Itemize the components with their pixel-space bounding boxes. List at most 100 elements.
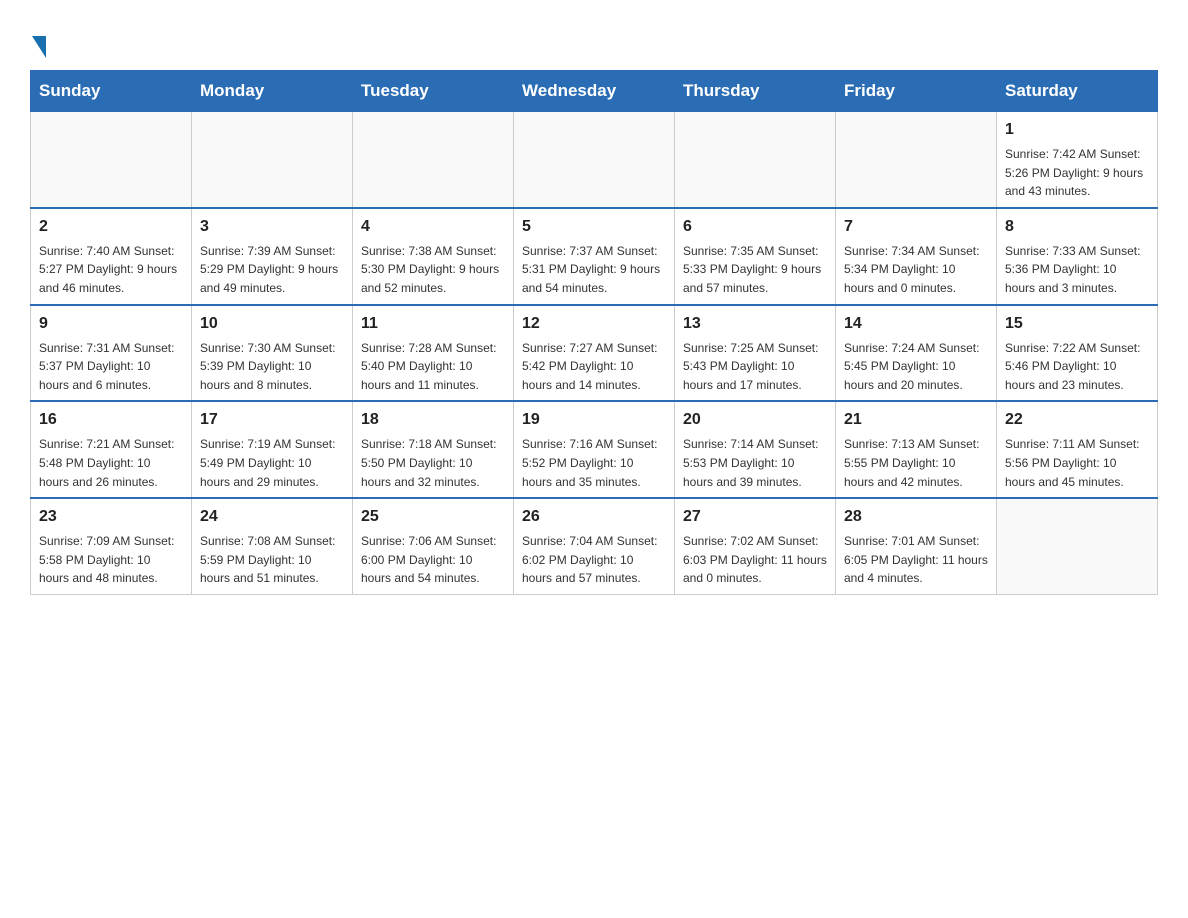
day-number: 28 <box>844 505 988 529</box>
day-number: 11 <box>361 312 505 336</box>
calendar-cell: 19 Sunrise: 7:16 AM Sunset: 5:52 PM Dayli… <box>514 401 675 498</box>
day-info: Sunrise: 7:18 AM Sunset: 5:50 PM Dayligh… <box>361 435 505 491</box>
day-number: 4 <box>361 215 505 239</box>
calendar-cell: 17 Sunrise: 7:19 AM Sunset: 5:49 PM Dayli… <box>192 401 353 498</box>
calendar-cell: 28 Sunrise: 7:01 AM Sunset: 6:05 PM Dayli… <box>836 498 997 594</box>
calendar-cell: 10 Sunrise: 7:30 AM Sunset: 5:39 PM Dayli… <box>192 305 353 402</box>
day-info: Sunrise: 7:38 AM Sunset: 5:30 PM Dayligh… <box>361 242 505 298</box>
day-info: Sunrise: 7:35 AM Sunset: 5:33 PM Dayligh… <box>683 242 827 298</box>
calendar-cell: 2 Sunrise: 7:40 AM Sunset: 5:27 PM Daylig… <box>31 208 192 305</box>
day-info: Sunrise: 7:37 AM Sunset: 5:31 PM Dayligh… <box>522 242 666 298</box>
day-info: Sunrise: 7:27 AM Sunset: 5:42 PM Dayligh… <box>522 339 666 395</box>
calendar-cell: 18 Sunrise: 7:18 AM Sunset: 5:50 PM Dayli… <box>353 401 514 498</box>
day-number: 7 <box>844 215 988 239</box>
day-info: Sunrise: 7:06 AM Sunset: 6:00 PM Dayligh… <box>361 532 505 588</box>
calendar-cell: 3 Sunrise: 7:39 AM Sunset: 5:29 PM Daylig… <box>192 208 353 305</box>
day-info: Sunrise: 7:01 AM Sunset: 6:05 PM Dayligh… <box>844 532 988 588</box>
page-header <box>30 20 1158 60</box>
day-number: 21 <box>844 408 988 432</box>
day-info: Sunrise: 7:39 AM Sunset: 5:29 PM Dayligh… <box>200 242 344 298</box>
calendar-cell: 8 Sunrise: 7:33 AM Sunset: 5:36 PM Daylig… <box>997 208 1158 305</box>
day-number: 1 <box>1005 118 1149 142</box>
day-info: Sunrise: 7:40 AM Sunset: 5:27 PM Dayligh… <box>39 242 183 298</box>
day-info: Sunrise: 7:14 AM Sunset: 5:53 PM Dayligh… <box>683 435 827 491</box>
calendar-cell: 20 Sunrise: 7:14 AM Sunset: 5:53 PM Dayli… <box>675 401 836 498</box>
calendar-cell: 23 Sunrise: 7:09 AM Sunset: 5:58 PM Dayli… <box>31 498 192 594</box>
day-number: 8 <box>1005 215 1149 239</box>
calendar-cell: 25 Sunrise: 7:06 AM Sunset: 6:00 PM Dayli… <box>353 498 514 594</box>
calendar-week-5: 23 Sunrise: 7:09 AM Sunset: 5:58 PM Dayli… <box>31 498 1158 594</box>
calendar-cell: 24Sunrise: 7:08 AM Sunset: 5:59 PM Dayli… <box>192 498 353 594</box>
weekday-header-monday: Monday <box>192 71 353 112</box>
calendar-cell: 4 Sunrise: 7:38 AM Sunset: 5:30 PM Daylig… <box>353 208 514 305</box>
weekday-header-tuesday: Tuesday <box>353 71 514 112</box>
calendar-cell <box>675 112 836 208</box>
calendar-cell <box>353 112 514 208</box>
day-number: 12 <box>522 312 666 336</box>
day-info: Sunrise: 7:25 AM Sunset: 5:43 PM Dayligh… <box>683 339 827 395</box>
day-number: 6 <box>683 215 827 239</box>
calendar-cell: 6 Sunrise: 7:35 AM Sunset: 5:33 PM Daylig… <box>675 208 836 305</box>
day-info: Sunrise: 7:34 AM Sunset: 5:34 PM Dayligh… <box>844 242 988 298</box>
weekday-header-sunday: Sunday <box>31 71 192 112</box>
calendar-cell: 5 Sunrise: 7:37 AM Sunset: 5:31 PM Daylig… <box>514 208 675 305</box>
calendar-cell: 22 Sunrise: 7:11 AM Sunset: 5:56 PM Dayli… <box>997 401 1158 498</box>
day-info: Sunrise: 7:09 AM Sunset: 5:58 PM Dayligh… <box>39 532 183 588</box>
calendar-cell: 13 Sunrise: 7:25 AM Sunset: 5:43 PM Dayli… <box>675 305 836 402</box>
day-info: Sunrise: 7:24 AM Sunset: 5:45 PM Dayligh… <box>844 339 988 395</box>
day-info: Sunrise: 7:19 AM Sunset: 5:49 PM Dayligh… <box>200 435 344 491</box>
calendar-cell: 26 Sunrise: 7:04 AM Sunset: 6:02 PM Dayli… <box>514 498 675 594</box>
day-info: Sunrise: 7:33 AM Sunset: 5:36 PM Dayligh… <box>1005 242 1149 298</box>
day-info: Sunrise: 7:22 AM Sunset: 5:46 PM Dayligh… <box>1005 339 1149 395</box>
calendar-week-1: 1 Sunrise: 7:42 AM Sunset: 5:26 PM Daylig… <box>31 112 1158 208</box>
day-info: Sunrise: 7:04 AM Sunset: 6:02 PM Dayligh… <box>522 532 666 588</box>
calendar-week-4: 16Sunrise: 7:21 AM Sunset: 5:48 PM Dayli… <box>31 401 1158 498</box>
calendar-cell <box>514 112 675 208</box>
weekday-header-saturday: Saturday <box>997 71 1158 112</box>
calendar-cell: 27Sunrise: 7:02 AM Sunset: 6:03 PM Dayli… <box>675 498 836 594</box>
day-number: 20 <box>683 408 827 432</box>
calendar-table: SundayMondayTuesdayWednesdayThursdayFrid… <box>30 70 1158 595</box>
day-number: 18 <box>361 408 505 432</box>
day-number: 26 <box>522 505 666 529</box>
calendar-cell <box>997 498 1158 594</box>
day-info: Sunrise: 7:30 AM Sunset: 5:39 PM Dayligh… <box>200 339 344 395</box>
day-number: 23 <box>39 505 183 529</box>
day-number: 13 <box>683 312 827 336</box>
calendar-cell: 9Sunrise: 7:31 AM Sunset: 5:37 PM Daylig… <box>31 305 192 402</box>
calendar-cell <box>836 112 997 208</box>
day-info: Sunrise: 7:02 AM Sunset: 6:03 PM Dayligh… <box>683 532 827 588</box>
day-number: 5 <box>522 215 666 239</box>
day-info: Sunrise: 7:13 AM Sunset: 5:55 PM Dayligh… <box>844 435 988 491</box>
day-number: 24 <box>200 505 344 529</box>
weekday-header-thursday: Thursday <box>675 71 836 112</box>
day-number: 3 <box>200 215 344 239</box>
calendar-cell: 12 Sunrise: 7:27 AM Sunset: 5:42 PM Dayli… <box>514 305 675 402</box>
day-number: 16 <box>39 408 183 432</box>
calendar-cell: 14 Sunrise: 7:24 AM Sunset: 5:45 PM Dayli… <box>836 305 997 402</box>
day-number: 14 <box>844 312 988 336</box>
calendar-cell: 21 Sunrise: 7:13 AM Sunset: 5:55 PM Dayli… <box>836 401 997 498</box>
weekday-header-friday: Friday <box>836 71 997 112</box>
calendar-week-2: 2 Sunrise: 7:40 AM Sunset: 5:27 PM Daylig… <box>31 208 1158 305</box>
day-number: 17 <box>200 408 344 432</box>
calendar-cell: 1 Sunrise: 7:42 AM Sunset: 5:26 PM Daylig… <box>997 112 1158 208</box>
calendar-cell: 11Sunrise: 7:28 AM Sunset: 5:40 PM Dayli… <box>353 305 514 402</box>
day-number: 2 <box>39 215 183 239</box>
day-info: Sunrise: 7:11 AM Sunset: 5:56 PM Dayligh… <box>1005 435 1149 491</box>
logo-arrow-icon <box>32 36 46 58</box>
calendar-cell: 16Sunrise: 7:21 AM Sunset: 5:48 PM Dayli… <box>31 401 192 498</box>
day-number: 15 <box>1005 312 1149 336</box>
day-info: Sunrise: 7:42 AM Sunset: 5:26 PM Dayligh… <box>1005 145 1149 201</box>
weekday-header-wednesday: Wednesday <box>514 71 675 112</box>
day-number: 19 <box>522 408 666 432</box>
day-info: Sunrise: 7:16 AM Sunset: 5:52 PM Dayligh… <box>522 435 666 491</box>
day-number: 10 <box>200 312 344 336</box>
day-info: Sunrise: 7:31 AM Sunset: 5:37 PM Dayligh… <box>39 339 183 395</box>
calendar-cell: 7 Sunrise: 7:34 AM Sunset: 5:34 PM Daylig… <box>836 208 997 305</box>
calendar-week-3: 9Sunrise: 7:31 AM Sunset: 5:37 PM Daylig… <box>31 305 1158 402</box>
weekday-header-row: SundayMondayTuesdayWednesdayThursdayFrid… <box>31 71 1158 112</box>
calendar-cell <box>192 112 353 208</box>
day-number: 22 <box>1005 408 1149 432</box>
day-number: 25 <box>361 505 505 529</box>
